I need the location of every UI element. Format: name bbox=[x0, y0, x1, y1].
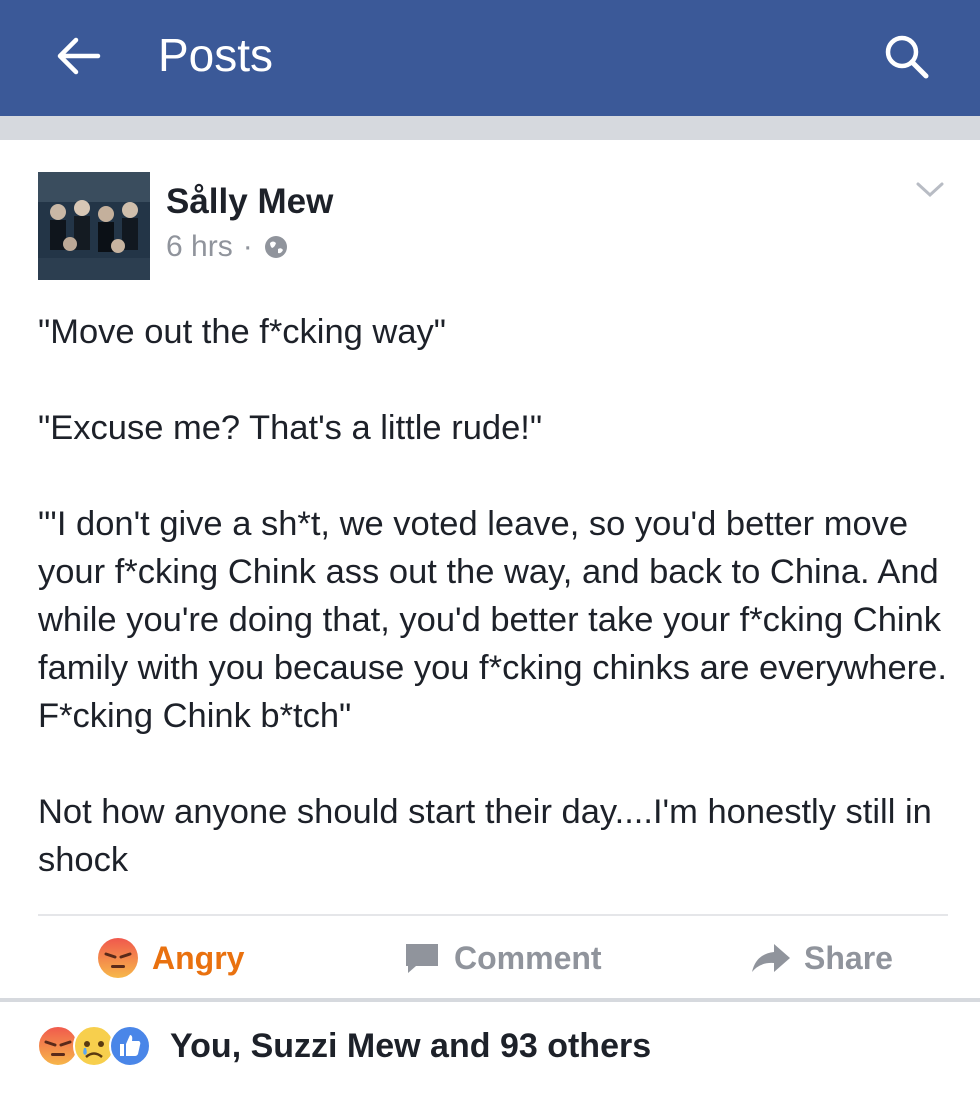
share-icon bbox=[752, 944, 790, 972]
author-name[interactable]: Sålly Mew bbox=[166, 182, 333, 222]
comment-button[interactable]: Comment bbox=[402, 930, 602, 986]
feed-divider bbox=[0, 116, 980, 140]
post-card: Sålly Mew 6 hrs · "Move out the f*cking … bbox=[0, 140, 980, 1000]
angry-label: Angry bbox=[152, 939, 245, 976]
post-paragraph: "Excuse me? That's a little rude!" bbox=[38, 409, 543, 447]
back-button[interactable] bbox=[50, 30, 106, 82]
share-button[interactable]: Share bbox=[750, 930, 893, 986]
post-paragraph: Not how anyone should start their day...… bbox=[38, 793, 932, 879]
reactions-divider bbox=[0, 998, 980, 1002]
post-paragraph: "Move out the f*cking way" bbox=[38, 313, 447, 351]
comment-label: Comment bbox=[454, 939, 602, 976]
angry-reaction-button[interactable]: Angry bbox=[96, 930, 244, 986]
globe-icon bbox=[264, 236, 287, 258]
reactions-summary[interactable]: You, Suzzi Mew and 93 others bbox=[36, 1024, 651, 1068]
post-time[interactable]: 6 hrs bbox=[166, 230, 233, 264]
post-paragraph: "'I don't give a sh*t, we voted leave, s… bbox=[38, 505, 947, 735]
arrow-left-icon bbox=[57, 37, 101, 75]
post-meta: 6 hrs · bbox=[166, 230, 289, 264]
chevron-down-icon bbox=[916, 182, 944, 198]
reaction-icons bbox=[36, 1024, 151, 1068]
post-body: "Move out the f*cking way" "Excuse me? T… bbox=[38, 308, 958, 884]
share-label: Share bbox=[804, 939, 893, 976]
search-icon bbox=[885, 35, 929, 79]
search-button[interactable] bbox=[876, 26, 936, 86]
action-bar: Angry Comment Share bbox=[0, 930, 980, 990]
meta-separator: · bbox=[242, 230, 253, 263]
reaction-summary-text: You, Suzzi Mew and 93 others bbox=[170, 1026, 652, 1065]
avatar[interactable] bbox=[38, 172, 150, 280]
action-divider bbox=[38, 914, 948, 916]
like-icon bbox=[109, 1025, 151, 1067]
page-title: Posts bbox=[158, 29, 274, 81]
post-menu-button[interactable] bbox=[912, 174, 948, 204]
angry-icon bbox=[98, 938, 138, 978]
comment-icon bbox=[406, 944, 438, 973]
avatar-photo bbox=[38, 172, 150, 280]
top-app-bar: Posts bbox=[0, 0, 980, 116]
